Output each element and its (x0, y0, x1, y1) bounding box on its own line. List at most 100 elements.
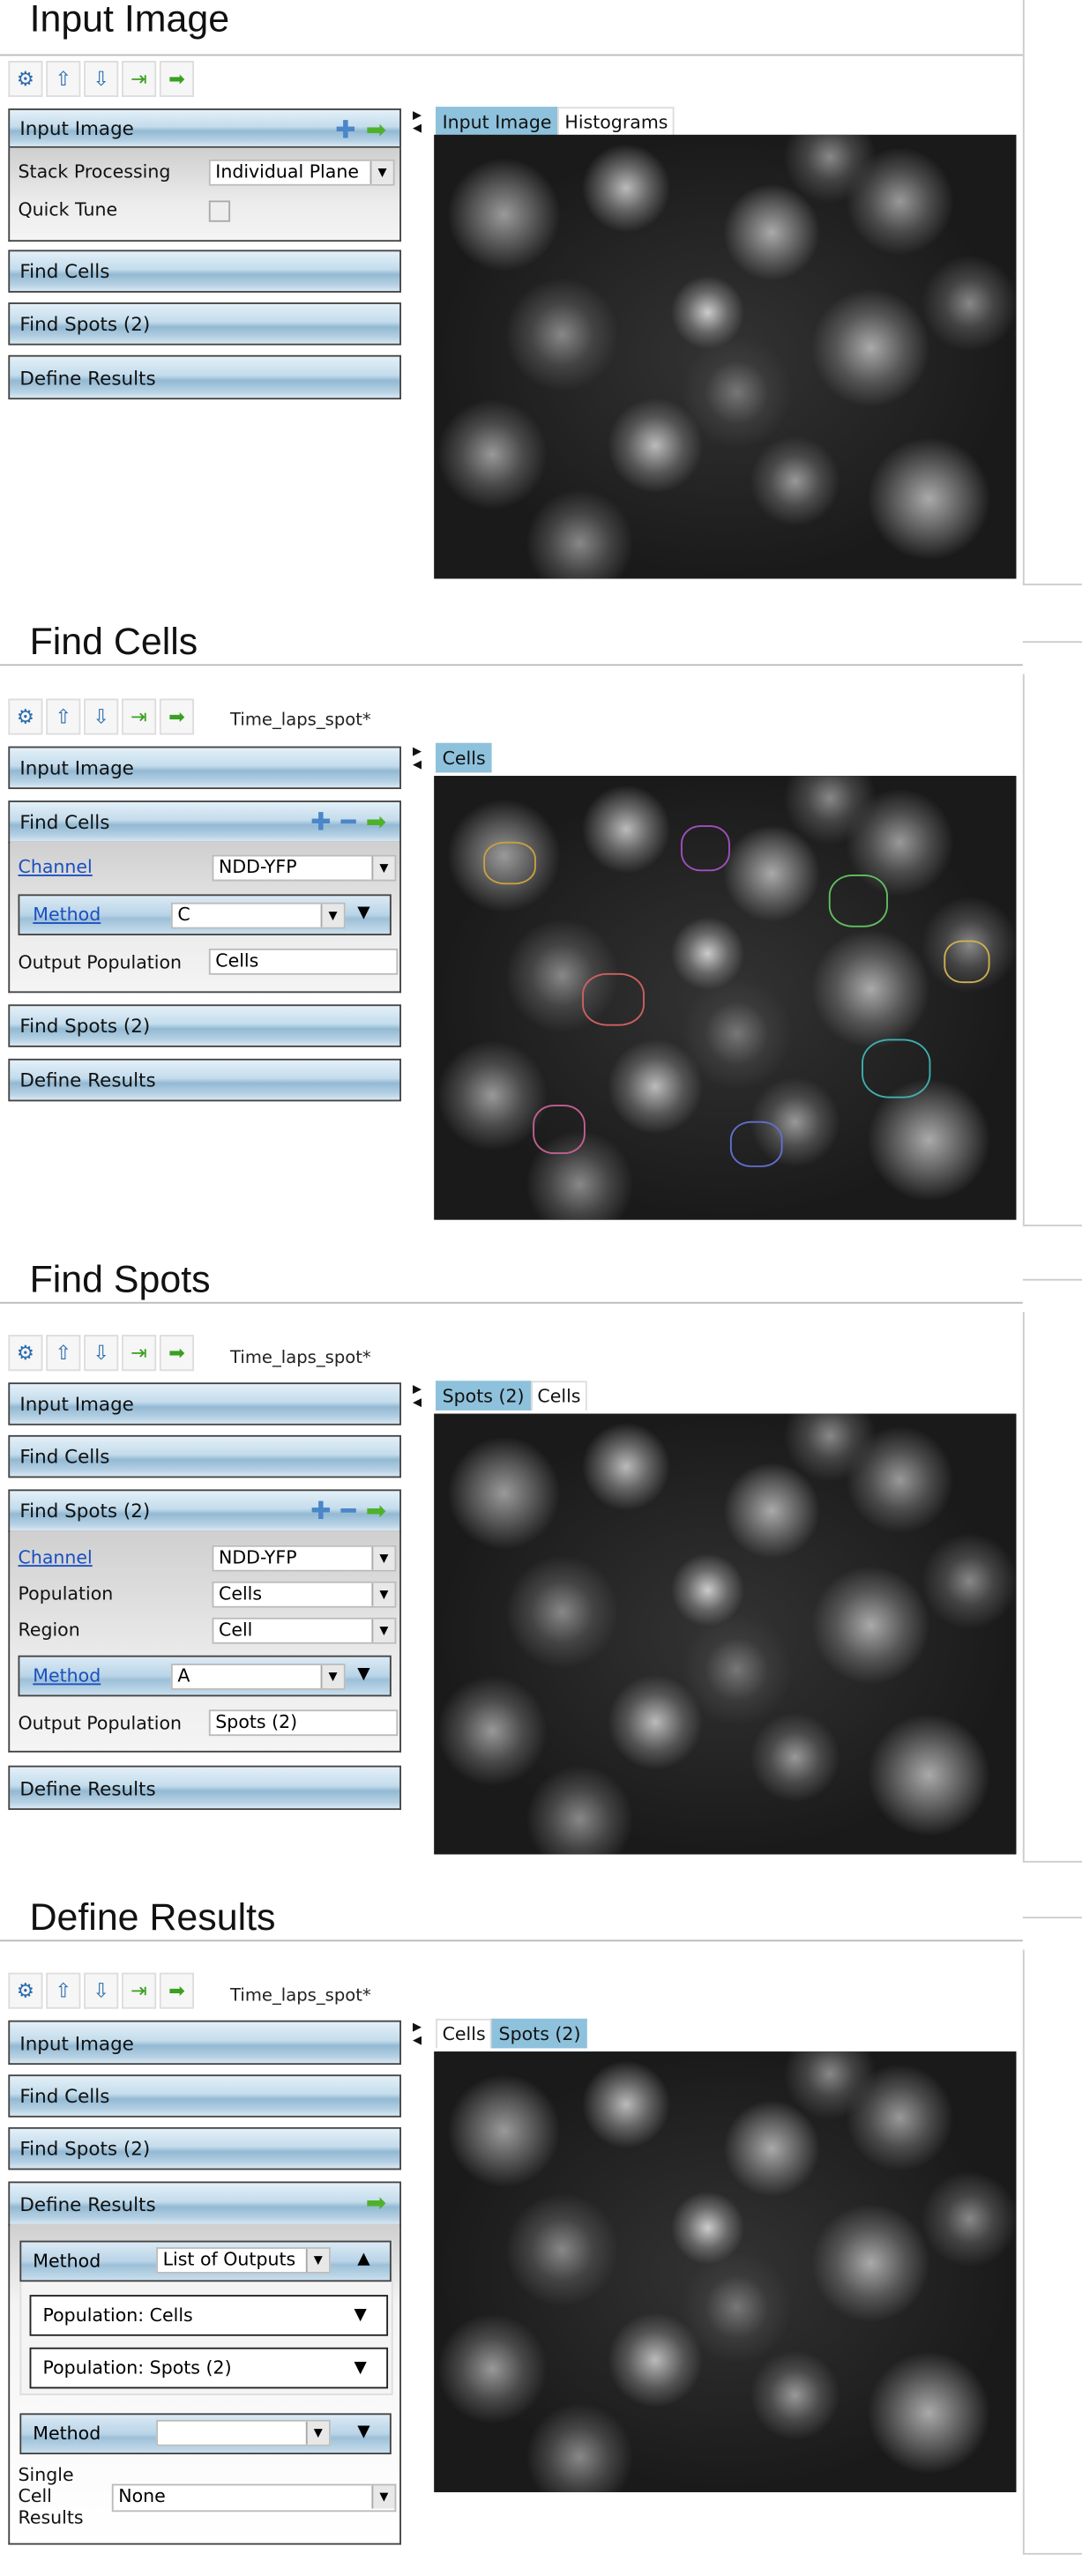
stack-processing-select[interactable]: Individual Plane ▼ (208, 159, 395, 186)
panel-find-cells[interactable]: Find Cells (8, 1434, 401, 1478)
method-select[interactable]: A ▼ (170, 1664, 346, 1690)
method-select[interactable]: C ▼ (170, 902, 346, 929)
toolbar: ⚙ ⇧ ⇩ ⇥ ➡ (8, 1335, 195, 1372)
panel-input-image[interactable]: Input Image (8, 746, 401, 790)
minus-icon[interactable]: ━ (341, 808, 356, 838)
export-icon[interactable]: ⇥ (121, 698, 157, 735)
single-cell-results-select[interactable]: None ▼ (111, 2483, 397, 2513)
panel-define-results[interactable]: Define Results ➡ (8, 2181, 401, 2226)
green-arrow-icon[interactable]: ➡ (366, 1496, 386, 1526)
plus-icon[interactable]: ✚ (310, 1496, 331, 1526)
panel-find-cells[interactable]: Find Cells ✚ ━ ➡ (8, 800, 401, 844)
region-select[interactable]: Cell ▼ (212, 1617, 397, 1644)
section-title: Find Spots (29, 1257, 211, 1300)
chevron-down-icon: ▼ (371, 1582, 395, 1606)
green-arrow-icon[interactable]: ➡ (366, 808, 386, 838)
load-icon[interactable]: ⇧ (46, 1972, 81, 2009)
panel-input-image[interactable]: Input Image (8, 2020, 401, 2066)
population-select[interactable]: Cells ▼ (212, 1581, 397, 1608)
expand-icon[interactable]: ▼ (354, 2297, 366, 2334)
method2-header: Method ▼ ▼ (19, 2413, 392, 2454)
run-icon[interactable]: ➡ (159, 1335, 195, 1372)
channel-link[interactable]: Channel (19, 857, 93, 878)
method-group: Method A ▼ ▼ (18, 1655, 392, 1697)
frame-line (1022, 641, 1082, 644)
load-icon[interactable]: ⇧ (46, 1335, 81, 1372)
spots-image (434, 1413, 1017, 1855)
tab-input-image[interactable]: Input Image (436, 107, 558, 137)
divider (0, 664, 1023, 666)
plus-icon[interactable]: ✚ (335, 115, 355, 145)
chevron-down-icon: ▼ (305, 2421, 329, 2445)
export-icon[interactable]: ⇥ (121, 1972, 157, 2009)
splitter-arrows-icon[interactable]: ▶ ◀ (413, 745, 422, 771)
panel-find-spots[interactable]: Find Spots (2) ✚ ━ ➡ (8, 1489, 401, 1532)
workflow-icon[interactable]: ⚙ (8, 698, 43, 735)
export-icon[interactable]: ⇥ (121, 60, 157, 98)
splitter-arrows-icon[interactable]: ▶ ◀ (413, 1382, 422, 1409)
channel-select[interactable]: NDD-YFP ▼ (212, 854, 397, 882)
run-icon[interactable]: ➡ (159, 60, 195, 98)
method-link[interactable]: Method (33, 905, 101, 926)
save-icon[interactable]: ⇩ (84, 1972, 119, 2009)
panel-find-cells[interactable]: Find Cells (8, 2074, 401, 2118)
panel-find-spots[interactable]: Find Spots (2) (8, 302, 401, 346)
tab-cells[interactable]: Cells (436, 2018, 493, 2049)
save-icon[interactable]: ⇩ (84, 698, 119, 735)
tab-spots[interactable]: Spots (2) (436, 1381, 531, 1411)
cell-outline (828, 875, 888, 927)
channel-select[interactable]: NDD-YFP ▼ (212, 1545, 397, 1572)
run-icon[interactable]: ➡ (159, 1972, 195, 2009)
expand-icon[interactable]: ▼ (357, 905, 369, 923)
panel-define-results[interactable]: Define Results (8, 1765, 401, 1811)
tab-cells[interactable]: Cells (436, 742, 493, 773)
method-label: Method (33, 2250, 101, 2273)
method2-select[interactable]: ▼ (156, 2419, 331, 2446)
quick-tune-checkbox[interactable] (208, 200, 231, 222)
green-arrow-icon[interactable]: ➡ (366, 115, 386, 145)
splitter-arrows-icon[interactable]: ▶ ◀ (413, 108, 422, 135)
panel-find-cells[interactable]: Find Cells (8, 249, 401, 293)
output-population-input[interactable]: Spots (2) (208, 1709, 399, 1737)
export-icon[interactable]: ⇥ (121, 1335, 157, 1372)
load-icon[interactable]: ⇧ (46, 60, 81, 98)
expand-icon[interactable]: ▼ (354, 2349, 366, 2387)
panel-input-image[interactable]: Input Image ✚ ➡ (8, 108, 401, 148)
workflow-icon[interactable]: ⚙ (8, 60, 43, 98)
splitter-arrows-icon[interactable]: ▶ ◀ (413, 2021, 422, 2047)
frame-line (1022, 1225, 1082, 1227)
save-icon[interactable]: ⇩ (84, 60, 119, 98)
tab-histograms[interactable]: Histograms (557, 107, 675, 137)
save-icon[interactable]: ⇩ (84, 1335, 119, 1372)
population-spots-item[interactable]: Population: Spots (2) ▼ (29, 2347, 389, 2389)
chevron-down-icon: ▼ (305, 2248, 329, 2273)
microscopy-image (434, 134, 1017, 579)
run-icon[interactable]: ➡ (159, 698, 195, 735)
tab-cells[interactable]: Cells (530, 1381, 587, 1411)
plus-icon[interactable]: ✚ (310, 808, 331, 838)
panel-label: Define Results (19, 2192, 156, 2215)
panel-find-spots[interactable]: Find Spots (2) (8, 1004, 401, 1047)
load-icon[interactable]: ⇧ (46, 698, 81, 735)
collapse-icon[interactable]: ▲ (357, 2251, 369, 2269)
cell-outline (533, 1105, 586, 1155)
population-cells-item[interactable]: Population: Cells ▼ (29, 2295, 389, 2336)
green-arrow-icon[interactable]: ➡ (366, 2188, 386, 2218)
panel-define-results[interactable]: Define Results (8, 1058, 401, 1102)
panel-find-spots[interactable]: Find Spots (2) (8, 2126, 401, 2170)
workflow-icon[interactable]: ⚙ (8, 1335, 43, 1372)
method-select[interactable]: List of Outputs ▼ (156, 2247, 331, 2274)
workflow-icon[interactable]: ⚙ (8, 1972, 43, 2009)
frame-line (1022, 1860, 1082, 1863)
panel-input-image[interactable]: Input Image (8, 1382, 401, 1426)
method-link[interactable]: Method (33, 1665, 101, 1686)
expand-icon[interactable]: ▼ (357, 2423, 369, 2442)
channel-link[interactable]: Channel (19, 1547, 93, 1568)
tab-spots[interactable]: Spots (2) (492, 2018, 587, 2049)
panel-define-results[interactable]: Define Results (8, 354, 401, 400)
output-population-label: Output Population (18, 1713, 183, 1735)
output-population-input[interactable]: Cells (208, 948, 399, 975)
frame-line (1022, 1312, 1025, 1861)
minus-icon[interactable]: ━ (341, 1496, 356, 1526)
expand-icon[interactable]: ▼ (357, 1665, 369, 1684)
